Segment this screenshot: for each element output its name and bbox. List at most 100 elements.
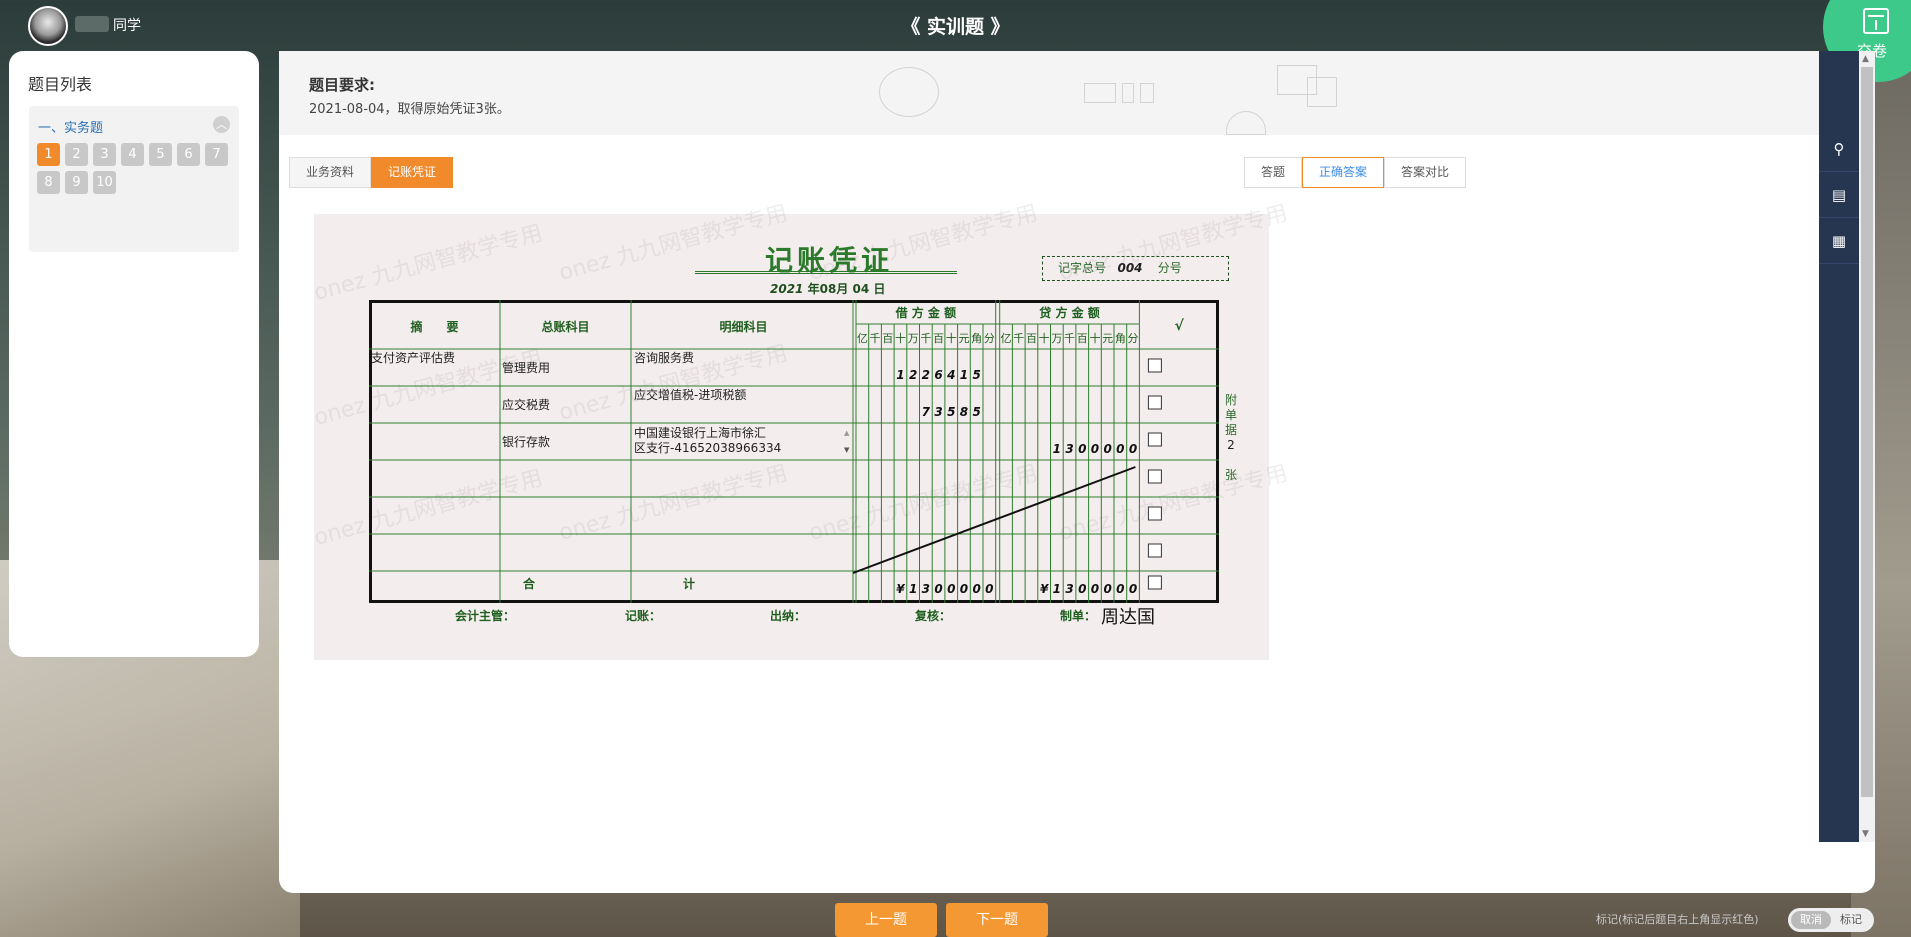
digit-unit-debit: 千: [870, 332, 881, 345]
digit-unit-credit: 十: [1039, 331, 1050, 345]
credit-digit: 0: [1078, 442, 1086, 456]
requirement-header: 题目要求: 2021-08-04，取得原始凭证3张。: [279, 51, 1819, 135]
digit-unit-credit: 角: [1115, 332, 1126, 345]
debit-digit: 3: [934, 405, 942, 419]
debit-digit: 6: [934, 368, 942, 382]
view-tabs: 业务资料 记账凭证: [289, 157, 454, 188]
digit-unit-credit: 千: [1064, 332, 1075, 345]
scroll-down-icon[interactable]: ▼: [1862, 829, 1869, 839]
total-credit-digit: 0: [1078, 582, 1086, 596]
question-number-button[interactable]: 7: [205, 143, 228, 166]
debit-digit: 1: [960, 368, 968, 382]
mark-hint: 标记(标记后题目右上角显示红色): [1596, 913, 1759, 926]
header-general-account: 总账科目: [541, 319, 589, 334]
mark-toggle[interactable]: 取消 标记: [1788, 908, 1874, 932]
mark-cancel-button[interactable]: 取消: [1791, 911, 1831, 929]
credit-digit: 0: [1129, 442, 1137, 456]
watermark: onez 九九网智教学专用: [311, 220, 546, 306]
tab-business-data[interactable]: 业务资料: [289, 157, 372, 188]
voucher-number-value: 004: [1117, 261, 1143, 275]
top-bar: 同学 《 实训题 》 交卷: [0, 0, 1911, 82]
tab-answer[interactable]: 答题: [1244, 157, 1303, 188]
calculator-icon[interactable]: ▤: [1819, 172, 1859, 218]
digit-unit-debit: 亿: [857, 332, 868, 345]
total-debit-digit: 0: [985, 582, 993, 596]
question-number-button[interactable]: 10: [93, 171, 116, 194]
digit-unit-credit: 千: [1013, 332, 1024, 345]
scroll-thumb[interactable]: [1861, 67, 1873, 797]
decor-pie-icon: [879, 67, 939, 117]
scroll-up-icon[interactable]: ▲: [1862, 54, 1869, 64]
total-debit-digit: 0: [947, 582, 955, 596]
question-number-button[interactable]: 6: [177, 143, 200, 166]
digit-unit-debit: 百: [933, 332, 944, 345]
voucher-date-day-label: 日: [873, 282, 886, 296]
total-check-checkbox[interactable]: [1147, 575, 1162, 590]
credit-digit: 0: [1116, 442, 1124, 456]
question-number-button[interactable]: 5: [149, 143, 172, 166]
debit-digit: 2: [909, 368, 917, 382]
digit-unit-debit: 百: [882, 332, 893, 345]
attachment-unit: 张: [1224, 468, 1237, 482]
total-credit-digit: 0: [1129, 582, 1137, 596]
question-number-button[interactable]: 9: [65, 171, 88, 194]
row-check-checkbox[interactable]: [1147, 506, 1162, 521]
voucher-number-prefix: 记字总号: [1058, 261, 1107, 275]
row-general-account: 银行存款: [502, 435, 550, 449]
row-general-account: 管理费用: [502, 360, 550, 375]
tab-voucher[interactable]: 记账凭证: [371, 157, 454, 188]
row-check-checkbox[interactable]: [1147, 543, 1162, 558]
debit-digit: 2: [922, 368, 930, 382]
mark-button[interactable]: 标记: [1831, 911, 1871, 929]
voucher-date-day: 04: [852, 282, 870, 296]
total-debit-digit: ¥: [896, 582, 906, 596]
main-scrollbar[interactable]: ▲ ▼: [1859, 51, 1875, 842]
header-detail-account: 明细科目: [719, 319, 767, 334]
decor-device-icon: [1140, 83, 1154, 103]
next-question-button[interactable]: 下一题: [946, 903, 1048, 937]
question-number-button[interactable]: 2: [65, 143, 88, 166]
question-number-button[interactable]: 8: [37, 171, 60, 194]
credit-digit: 0: [1103, 442, 1111, 456]
voucher: onez 九九网智教学专用 onez 九九网智教学专用 onez 九九网智教学专…: [311, 201, 1290, 660]
main-panel: 题目要求: 2021-08-04，取得原始凭证3张。 业务资料 记账凭证 答题 …: [279, 51, 1875, 893]
tab-answer-compare[interactable]: 答案对比: [1384, 157, 1467, 188]
digit-unit-debit: 元: [958, 332, 969, 345]
question-number-button[interactable]: 1: [37, 143, 60, 166]
question-number-button[interactable]: 3: [93, 143, 116, 166]
total-debit-digit: 0: [934, 582, 942, 596]
digit-unit-credit: 百: [1077, 332, 1088, 345]
row-general-account: 应交税费: [502, 397, 550, 412]
digit-unit-credit: 十: [1089, 331, 1100, 345]
prev-question-button[interactable]: 上一题: [835, 903, 937, 937]
total-credit-digit: ¥: [1040, 582, 1050, 596]
row-check-checkbox[interactable]: [1147, 432, 1162, 447]
search-icon[interactable]: ⚲: [1819, 126, 1859, 172]
detail-scroll-up-icon: ▲: [844, 429, 850, 437]
row-detail-account: 应交增值税-进项税额: [634, 387, 746, 402]
header-credit: 贷 方 金 额: [1039, 305, 1100, 320]
row-check-checkbox[interactable]: [1147, 358, 1162, 373]
chevron-up-icon[interactable]: ︿: [213, 116, 230, 133]
requirement-text: 2021-08-04，取得原始凭证3张。: [309, 102, 510, 117]
answer-tabs: 答题 正确答案 答案对比: [1244, 157, 1467, 188]
row-check-checkbox[interactable]: [1147, 469, 1162, 484]
voucher-date: 2021 年08月 04 日: [770, 280, 885, 297]
digit-unit-credit: 亿: [1001, 332, 1012, 345]
detail-scroll-down-icon: ▼: [844, 446, 850, 454]
right-tool-sidebar: ⚲ ▤ ▦: [1819, 51, 1859, 842]
footer-reviewer: 复核：: [915, 609, 952, 623]
debit-digit: 4: [946, 368, 955, 382]
digit-unit-debit: 分: [984, 332, 995, 345]
question-number-button[interactable]: 4: [121, 143, 144, 166]
credit-digit: 0: [1091, 442, 1099, 456]
section-name[interactable]: 一、实务题: [38, 117, 103, 136]
row-check-checkbox[interactable]: [1147, 395, 1162, 410]
digit-unit-debit: 十: [895, 331, 906, 345]
tab-correct-answer[interactable]: 正确答案: [1302, 157, 1385, 188]
row-detail-account: 咨询服务费: [634, 350, 694, 365]
voucher-title-underline: [695, 271, 957, 274]
voucher-date-month: 08: [819, 282, 837, 296]
building-icon[interactable]: ▦: [1819, 218, 1859, 264]
debit-digit: 5: [947, 405, 955, 419]
